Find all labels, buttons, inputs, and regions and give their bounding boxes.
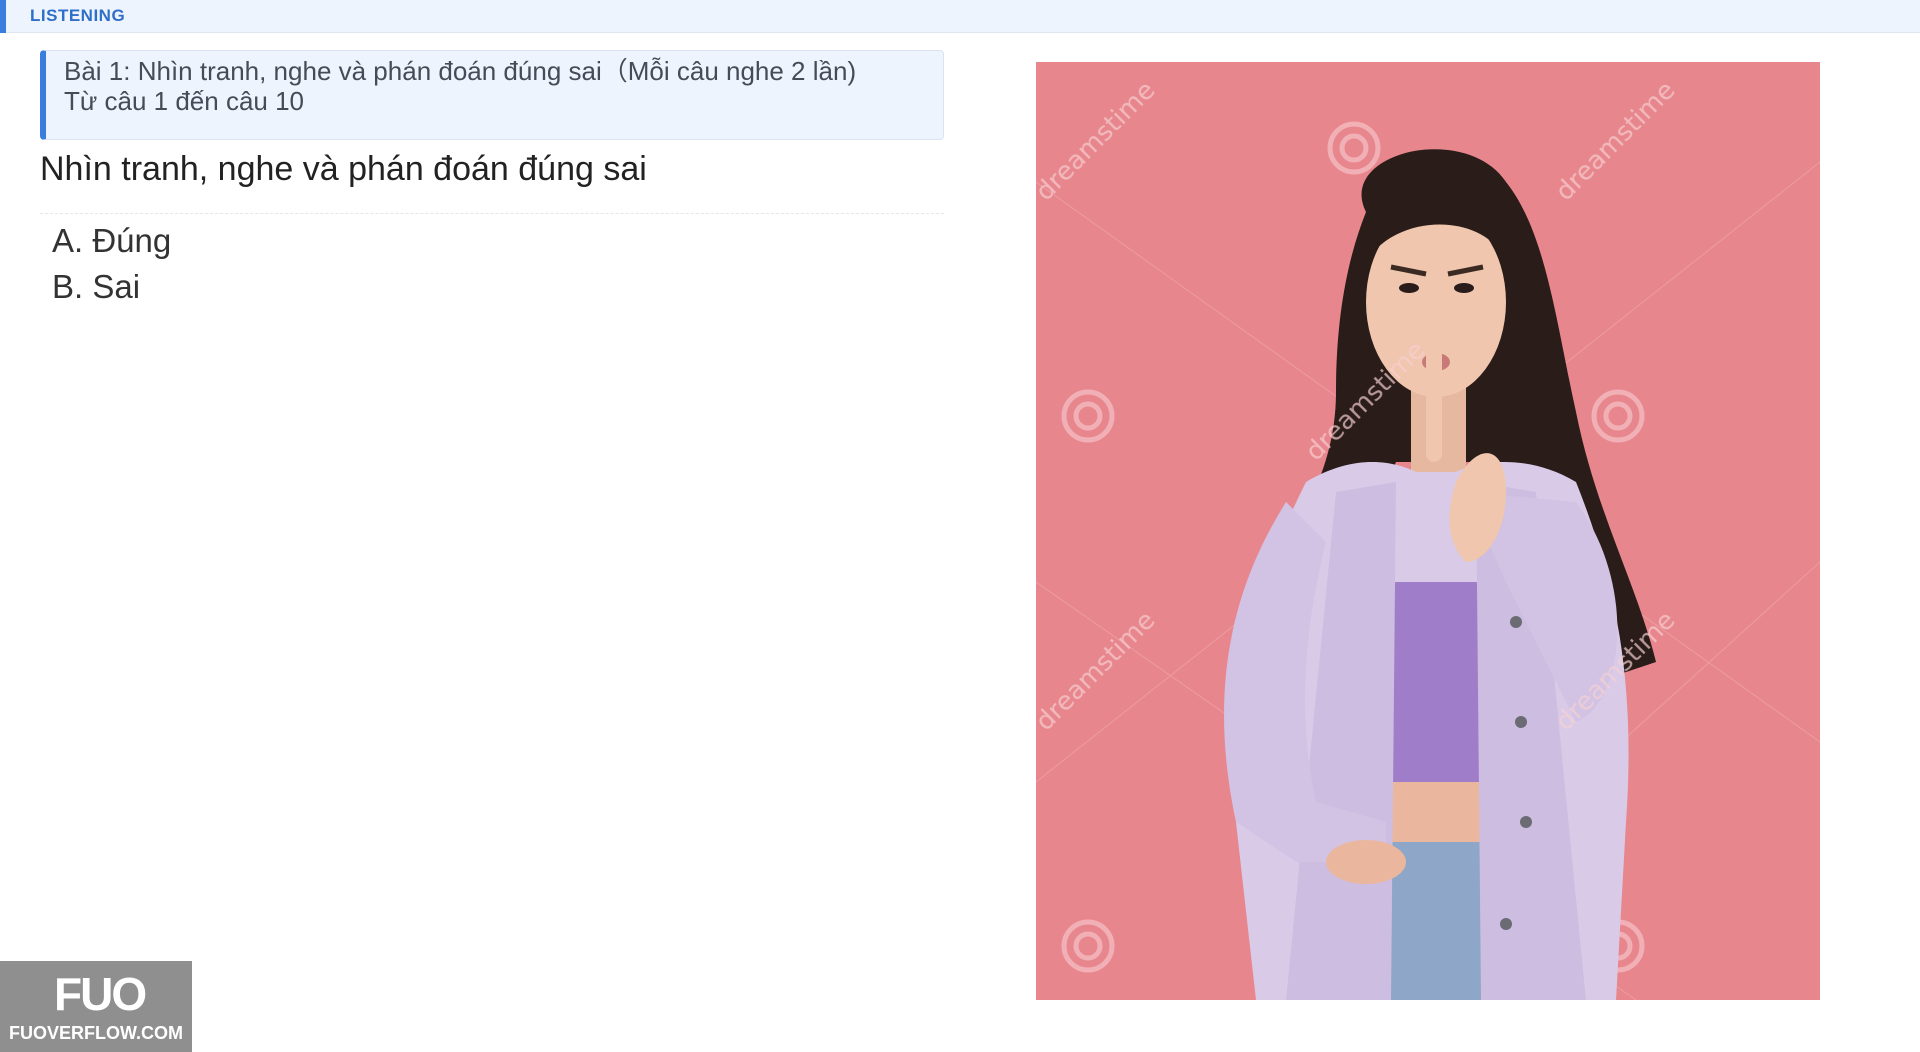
question-divider bbox=[40, 213, 944, 214]
section-accent bbox=[0, 0, 6, 33]
site-watermark-url: FUOVERFLOW.COM bbox=[9, 1023, 183, 1043]
instruction-box: Bài 1: Nhìn tranh, nghe và phán đoán đún… bbox=[40, 50, 944, 140]
site-watermark: FUO FUOVERFLOW.COM bbox=[0, 961, 192, 1052]
woman-shush-photo-icon: dreamstime dreamstime dreamstime dreamst… bbox=[1036, 62, 1820, 1000]
question-title: Nhìn tranh, nghe và phán đoán đúng sai bbox=[40, 150, 647, 188]
instruction-line-1: Bài 1: Nhìn tranh, nghe và phán đoán đún… bbox=[64, 56, 857, 86]
option-a[interactable]: A. Đúng bbox=[52, 218, 171, 264]
answer-options: A. Đúng B. Sai bbox=[52, 218, 171, 310]
section-header-bar: LISTENING bbox=[0, 0, 1920, 33]
section-label: LISTENING bbox=[30, 6, 126, 25]
site-watermark-mark: FUO bbox=[54, 968, 147, 1020]
instruction-line-2: Từ câu 1 đến câu 10 bbox=[64, 86, 305, 116]
option-b[interactable]: B. Sai bbox=[52, 264, 171, 310]
question-photo: dreamstime dreamstime dreamstime dreamst… bbox=[1036, 62, 1820, 1000]
